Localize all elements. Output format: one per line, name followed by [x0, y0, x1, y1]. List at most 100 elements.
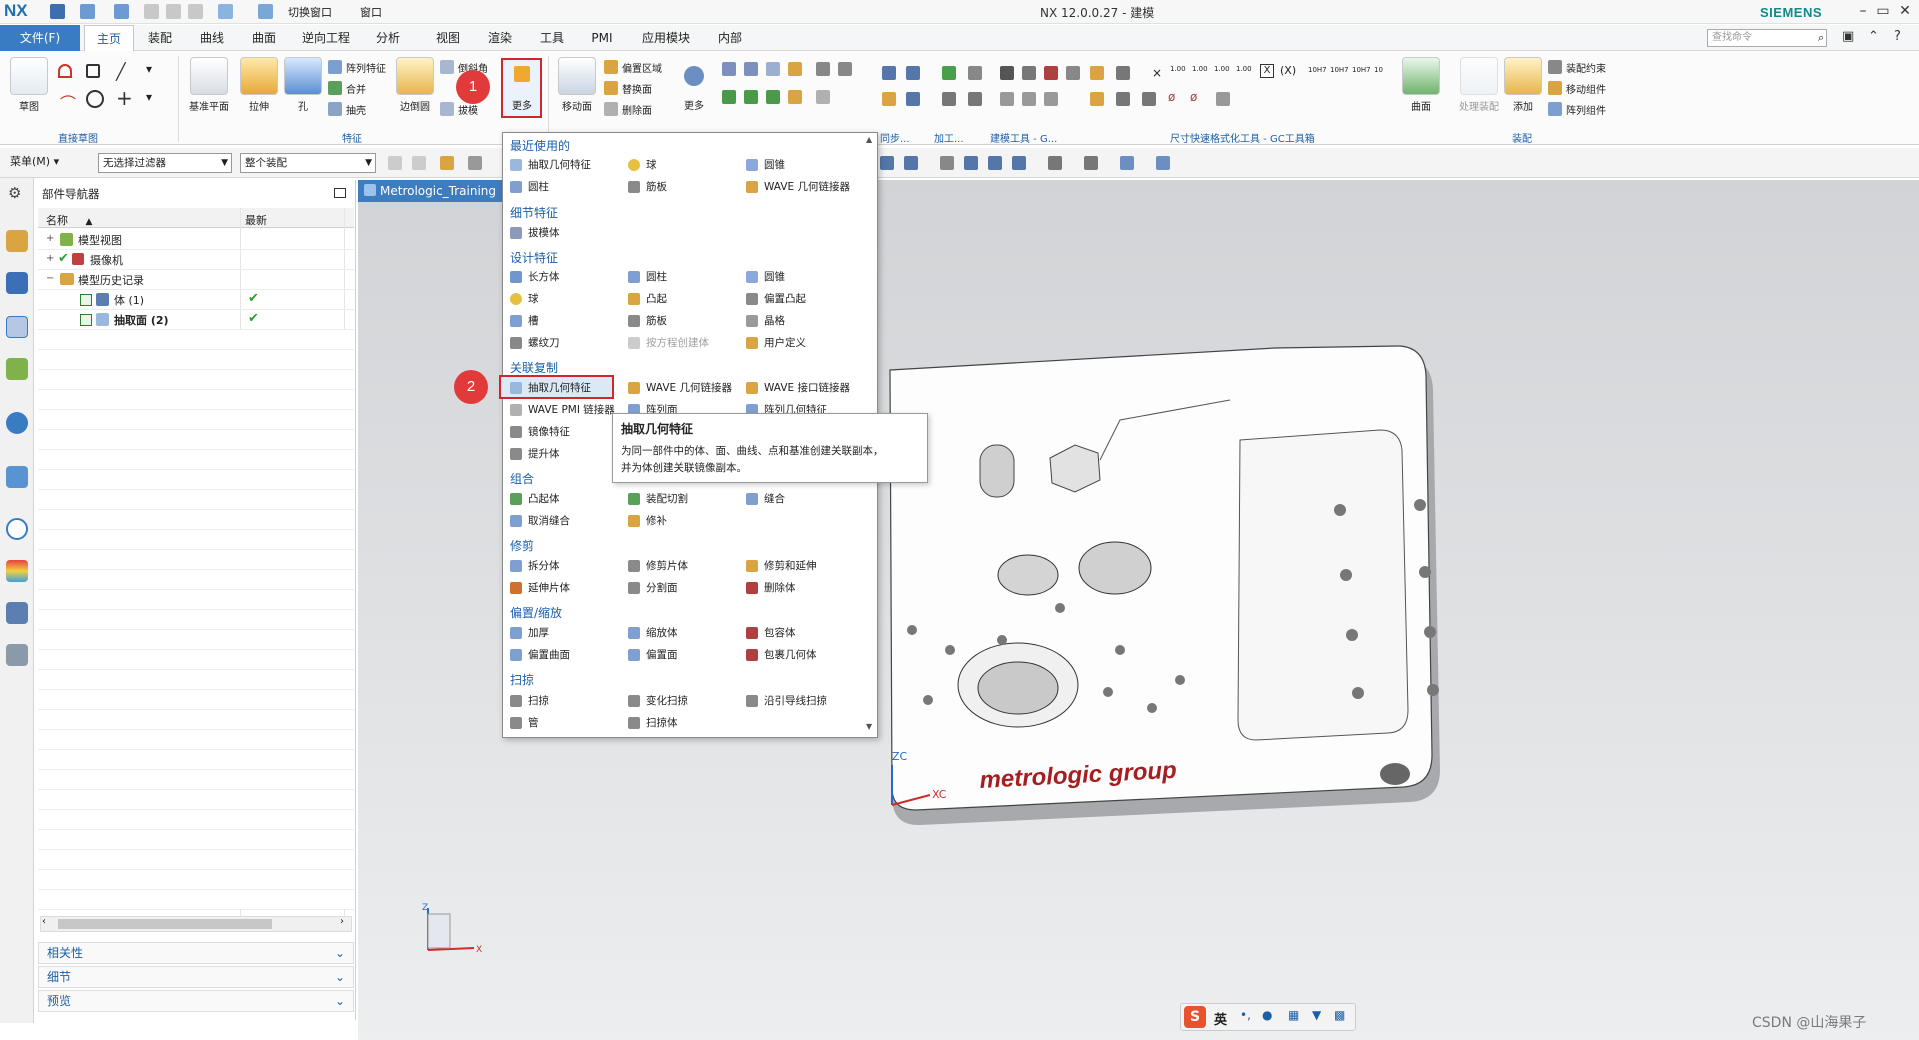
draft-icon[interactable]: [440, 102, 454, 116]
menu-item-wrap-geometry[interactable]: 包裹几何体: [746, 646, 817, 664]
tol-4-icon[interactable]: 1.00: [1236, 66, 1252, 73]
menu-item-thicken[interactable]: 加厚: [510, 624, 549, 642]
move-component-icon[interactable]: [1548, 81, 1562, 95]
tool-icon[interactable]: [722, 90, 736, 104]
tab-tools[interactable]: 工具: [530, 25, 574, 51]
tool-icon[interactable]: [788, 62, 802, 76]
tool-icon[interactable]: [1000, 66, 1014, 80]
panel-dependencies[interactable]: 相关性 ⌄: [38, 942, 354, 964]
tool-icon[interactable]: [766, 62, 780, 76]
shell-icon[interactable]: [328, 102, 342, 116]
ime-logo-icon[interactable]: S: [1184, 1006, 1206, 1028]
add-component-icon[interactable]: [1504, 57, 1542, 95]
paren-x-icon[interactable]: (X): [1280, 64, 1296, 77]
info-icon[interactable]: [6, 412, 28, 434]
panel-details[interactable]: 细节 ⌄: [38, 966, 354, 988]
menu-item-cylinder[interactable]: 圆柱: [510, 178, 549, 196]
copy-icon[interactable]: [166, 4, 181, 19]
menu-item-cone-2[interactable]: 圆锥: [746, 268, 785, 286]
menu-item-cylinder-2[interactable]: 圆柱: [628, 268, 667, 286]
constraint-navigator-icon[interactable]: [6, 272, 28, 294]
reuse-library-icon[interactable]: [6, 358, 28, 380]
tree-row-extract-face[interactable]: 抽取面 (2) ✔: [38, 310, 354, 330]
menu-item-wave-linker-2[interactable]: WAVE 几何链接器: [628, 379, 732, 397]
menu-item-user-defined[interactable]: 用户定义: [746, 334, 806, 352]
file-menu-button[interactable]: 文件(F): [0, 25, 80, 51]
replace-face-icon[interactable]: [604, 81, 618, 95]
collapse-ribbon-icon[interactable]: ⌃: [1868, 29, 1879, 44]
menu-item-sweep-along-guide[interactable]: 沿引导线扫掠: [746, 692, 827, 710]
expand-icon[interactable]: +: [46, 233, 54, 244]
part-tab[interactable]: Metrologic_Training: [358, 180, 508, 202]
restore-icon[interactable]: ▭: [1872, 3, 1894, 19]
menu-item-pattern-face[interactable]: 阵列面: [628, 401, 678, 413]
chamfer-icon[interactable]: [440, 60, 454, 74]
tool-icon[interactable]: [906, 92, 920, 106]
tool-icon[interactable]: [838, 62, 852, 76]
move-face-icon[interactable]: [558, 57, 596, 95]
tol-1-icon[interactable]: 1.00: [1170, 66, 1186, 73]
tool-icon[interactable]: [744, 90, 758, 104]
ime-keyboard-icon[interactable]: ▦: [1288, 1008, 1299, 1022]
fit-3-icon[interactable]: 10H7: [1352, 66, 1371, 74]
tol-3-icon[interactable]: 1.00: [1214, 66, 1230, 73]
offset-region-icon[interactable]: [604, 60, 618, 74]
menu-item-lattice[interactable]: 晶格: [746, 312, 785, 330]
tol-2-icon[interactable]: 1.00: [1192, 66, 1208, 73]
tab-home[interactable]: 主页: [84, 25, 134, 51]
tree-row-history[interactable]: − 模型历史记录: [38, 270, 354, 290]
point-icon[interactable]: +: [116, 86, 133, 110]
tool-icon[interactable]: [1216, 92, 1230, 106]
sketch-curve-more-icon[interactable]: ▾: [146, 90, 152, 104]
view-tool-icon[interactable]: [1120, 156, 1134, 170]
diameter-alt-icon[interactable]: ø: [1190, 90, 1197, 104]
menu-item-offset-surface[interactable]: 偏置曲面: [510, 646, 570, 664]
view-tool-icon[interactable]: [1012, 156, 1026, 170]
view-tool-icon[interactable]: [988, 156, 1002, 170]
tool-icon[interactable]: [1022, 66, 1036, 80]
menu-item-rib[interactable]: 筋板: [628, 178, 667, 196]
menu-item-sphere[interactable]: 球: [628, 156, 657, 174]
minimize-icon[interactable]: –: [1852, 3, 1874, 19]
view-tool-icon[interactable]: [940, 156, 954, 170]
visibility-checkbox[interactable]: [80, 314, 92, 326]
tool-icon[interactable]: [722, 62, 736, 76]
tool-icon[interactable]: [882, 66, 896, 80]
pattern-component-label[interactable]: 阵列组件: [1566, 102, 1606, 117]
more-label[interactable]: 更多: [503, 97, 541, 112]
box-x-icon[interactable]: X: [1260, 64, 1274, 78]
process-assembly-icon[interactable]: [1460, 57, 1498, 95]
tab-internal[interactable]: 内部: [708, 25, 752, 51]
scrollbar-thumb[interactable]: [58, 919, 272, 929]
search-icon[interactable]: ⌕: [1818, 31, 1824, 45]
circle-icon[interactable]: [86, 90, 104, 108]
view-tool-icon[interactable]: [1048, 156, 1062, 170]
menu-item-emboss-body[interactable]: 凸起体: [510, 490, 560, 508]
tools-icon[interactable]: [6, 644, 28, 666]
rectangle-icon[interactable]: [86, 64, 100, 78]
menu-item-unsew[interactable]: 取消缝合: [510, 512, 570, 530]
arc-icon[interactable]: ⌒: [60, 90, 76, 114]
menu-item-mirror-feature[interactable]: 镜像特征: [510, 423, 570, 441]
touch-mode-icon[interactable]: [258, 4, 273, 19]
settings-gear-icon[interactable]: ⚙: [8, 184, 21, 202]
menu-item-variational-sweep[interactable]: 变化扫掠: [628, 692, 688, 710]
tab-assembly[interactable]: 装配: [138, 25, 182, 51]
menu-item-sweep-body[interactable]: 扫掠体: [628, 714, 678, 732]
tab-reverse-engineering[interactable]: 逆向工程: [294, 25, 358, 51]
menu-item-delete-body[interactable]: 删除体: [746, 579, 796, 597]
tool-icon[interactable]: [1066, 66, 1080, 80]
web-browser-icon[interactable]: [6, 466, 28, 488]
sync-more-label[interactable]: 更多: [676, 97, 712, 112]
menu-button[interactable]: 菜单(M) ▾: [10, 153, 59, 169]
tool-icon[interactable]: [1090, 92, 1104, 106]
assembly-constraint-icon[interactable]: [1548, 60, 1562, 74]
collapse-icon[interactable]: −: [46, 273, 54, 284]
tool-icon[interactable]: [906, 66, 920, 80]
scroll-right-icon[interactable]: ›: [340, 916, 344, 927]
fit-1-icon[interactable]: 10H7: [1308, 66, 1327, 74]
scroll-left-icon[interactable]: ‹: [42, 916, 46, 927]
repeat-command-icon[interactable]: [218, 4, 233, 19]
menu-item-rib-2[interactable]: 筋板: [628, 312, 667, 330]
view-tool-icon[interactable]: [904, 156, 918, 170]
